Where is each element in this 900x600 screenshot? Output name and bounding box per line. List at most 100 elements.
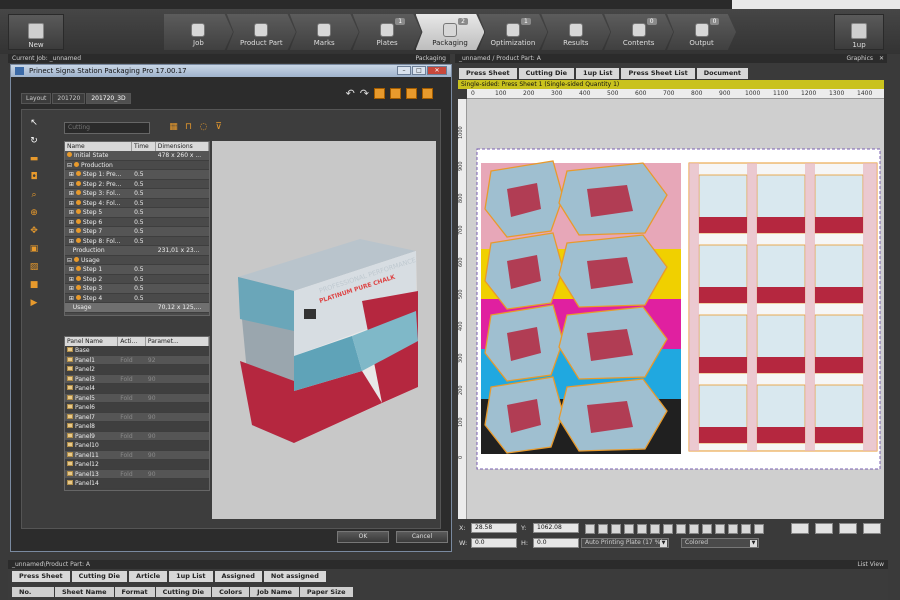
step-contents[interactable]: 0 Contents [604, 14, 674, 50]
tab-document[interactable]: Document [696, 68, 748, 79]
color-mode-select[interactable]: Colored ▼ [681, 538, 759, 548]
table-row[interactable]: Panel3 Fold 90 [65, 374, 209, 384]
3d-box-preview[interactable]: PROFESSIONAL PERFORMANCE PLATINUM PURE C… [212, 141, 436, 519]
col-cutting-die[interactable]: Cutting Die [155, 587, 212, 597]
table-row[interactable]: ⊞ Step 2: Pre... 0.5 [65, 180, 209, 189]
ok-button[interactable]: OK [337, 531, 389, 543]
table-row[interactable]: Initial State 478 x 260 x ... [65, 151, 209, 161]
zoom-region-icon[interactable] [754, 524, 764, 534]
h-input[interactable]: 0.0 [533, 538, 579, 548]
rotate-icon[interactable]: ↻ [28, 136, 40, 147]
text-icon[interactable] [611, 524, 621, 534]
col-paper-size[interactable]: Paper Size [299, 587, 353, 597]
col-format[interactable]: Format [114, 587, 155, 597]
tab-cutting-die[interactable]: Cutting Die [518, 68, 575, 79]
stamp-icon[interactable] [624, 524, 634, 534]
table-row[interactable]: ⊞ Step 6 0.5 [65, 218, 209, 227]
rotate-icon[interactable] [676, 524, 686, 534]
view-sheet-icon[interactable] [791, 523, 809, 534]
pen-icon[interactable] [741, 524, 751, 534]
tab-not-assigned[interactable]: Not assigned [263, 571, 326, 582]
step-job[interactable]: Job [164, 14, 233, 50]
close-button[interactable]: ✕ [427, 66, 447, 75]
tab-201720-3d[interactable]: 201720_3D [86, 93, 131, 104]
scissors-icon[interactable] [715, 524, 725, 534]
box-icon[interactable]: ■ [28, 280, 40, 291]
select-icon[interactable]: ↖ [28, 118, 40, 129]
press-sheet-canvas[interactable] [467, 99, 884, 519]
fold-icon[interactable]: ▬ [28, 154, 40, 165]
save-icon[interactable] [406, 88, 417, 99]
tab-cutting-die[interactable]: Cutting Die [71, 571, 128, 582]
tab-press-sheet[interactable]: Press Sheet [459, 68, 517, 79]
table-row[interactable]: Panel9 Fold 90 [65, 431, 209, 441]
lasso-icon[interactable]: ◌ [198, 122, 209, 133]
step-marks[interactable]: Marks [289, 14, 359, 50]
table-row[interactable]: ⊞ Step 4: Fol... 0.5 [65, 199, 209, 208]
step-output[interactable]: 0 Output [667, 14, 737, 50]
table-row[interactable]: Panel2 [65, 365, 209, 375]
table-row[interactable]: ⊟ Production [65, 161, 209, 170]
step-plates[interactable]: 1 Plates [352, 14, 422, 50]
minimize-button[interactable]: – [397, 66, 411, 75]
distribute-icon[interactable] [663, 524, 673, 534]
layers-icon[interactable] [839, 523, 857, 534]
table-row[interactable]: Panel11 Fold 90 [65, 450, 209, 460]
table-row[interactable]: Panel1 Fold 92 [65, 355, 209, 365]
close-icon[interactable]: ✕ [879, 54, 884, 63]
measure-icon[interactable] [728, 524, 738, 534]
folder-icon[interactable] [422, 88, 433, 99]
oneup-button[interactable]: 1up [834, 14, 884, 50]
pointer-icon[interactable] [585, 524, 595, 534]
tab-press-sheet[interactable]: Press Sheet [12, 571, 70, 582]
expand-icon[interactable] [863, 523, 881, 534]
zoom-select[interactable]: Auto Printing Plate (17 %) ▼ [581, 538, 669, 548]
tab-201720[interactable]: 201720 [52, 93, 86, 104]
table-row[interactable]: ⊞ Step 2 0.5 [65, 275, 209, 284]
new-button[interactable]: New [8, 14, 64, 50]
col-colors[interactable]: Colors [212, 587, 250, 597]
table-row[interactable]: Production 231,01 x 23... [65, 246, 209, 256]
tab-article[interactable]: Article [129, 571, 168, 582]
table-row[interactable]: ⊞ Step 8: Fol... 0.5 [65, 237, 209, 246]
table-row[interactable]: Panel5 Fold 90 [65, 393, 209, 403]
cutting-select[interactable]: Cutting [64, 122, 150, 134]
step-results[interactable]: Results [541, 14, 611, 50]
table-row[interactable]: Panel6 [65, 403, 209, 413]
image-icon[interactable]: ▨ [28, 262, 40, 273]
table-row[interactable]: Panel14 [65, 479, 209, 489]
document-icon[interactable] [390, 88, 401, 99]
select-box-icon[interactable] [598, 524, 608, 534]
step-packaging[interactable]: 2 Packaging [415, 14, 485, 50]
table-row[interactable]: ⊞ Step 1 0.5 [65, 265, 209, 275]
table-row[interactable]: ⊞ Step 5 0.5 [65, 208, 209, 218]
col-job-name[interactable]: Job Name [250, 587, 299, 597]
align-icon[interactable] [650, 524, 660, 534]
export-icon[interactable] [374, 88, 385, 99]
table-row[interactable]: Panel8 [65, 422, 209, 432]
table-row[interactable]: ⊞ Step 4 0.5 [65, 294, 209, 303]
tab-1up-list[interactable]: 1up List [169, 571, 213, 582]
w-input[interactable]: 0.0 [471, 538, 517, 548]
table-row[interactable]: Base [65, 346, 209, 356]
table-row[interactable]: Panel7 Fold 90 [65, 412, 209, 422]
table-row[interactable]: ⊞ Step 3: Fol... 0.5 [65, 189, 209, 199]
x-input[interactable]: 28.58 [471, 523, 517, 533]
tab-assigned[interactable]: Assigned [214, 571, 262, 582]
maximize-button[interactable]: □ [412, 66, 426, 75]
play-icon[interactable]: ▶ [28, 298, 40, 309]
crop-icon[interactable] [702, 524, 712, 534]
undo-icon[interactable]: ↶ [346, 87, 355, 100]
tab-1up-list[interactable]: 1up List [576, 68, 620, 79]
zoom-in-icon[interactable]: ⊕ [28, 208, 40, 219]
tab-press-sheet-list[interactable]: Press Sheet List [621, 68, 695, 79]
move-icon[interactable]: ✥ [28, 226, 40, 237]
unfold-icon[interactable]: ◘ [28, 172, 40, 183]
step-product-part[interactable]: Product Part [226, 14, 296, 50]
table-row[interactable]: Panel13 Fold 90 [65, 469, 209, 479]
table-row[interactable]: Panel12 [65, 460, 209, 470]
table-row[interactable]: Panel4 [65, 384, 209, 394]
col-sheet-name[interactable]: Sheet Name [55, 587, 114, 597]
cancel-button[interactable]: Cancel [396, 531, 448, 543]
table-row[interactable]: ⊟ Usage [65, 256, 209, 265]
